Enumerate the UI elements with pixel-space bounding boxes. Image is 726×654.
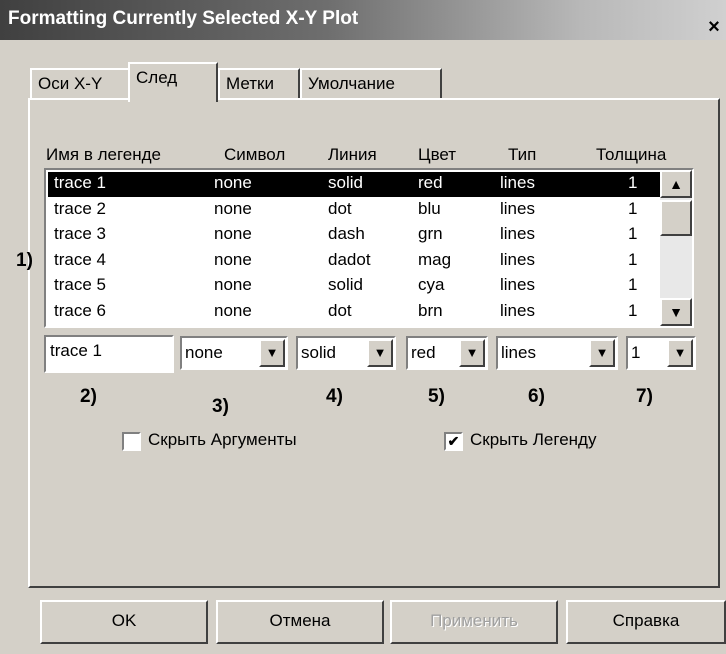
table-cell-weight: 1 — [628, 249, 638, 269]
table-cell-name: trace 6 — [54, 300, 106, 320]
type-select-value: lines — [501, 343, 536, 362]
title-bar: Formatting Currently Selected X-Y Plot × — [0, 0, 726, 40]
scroll-down-icon[interactable]: ▼ — [660, 298, 692, 326]
table-row[interactable]: trace 2 none dot blu lines 1 — [48, 198, 660, 223]
table-cell-weight: 1 — [628, 173, 638, 192]
tab-trace[interactable]: След — [128, 62, 218, 102]
annotation-5: 5) — [428, 386, 445, 407]
table-cell-symbol: none — [214, 198, 252, 218]
scroll-thumb[interactable] — [660, 200, 692, 236]
table-cell-type: lines — [500, 249, 535, 269]
table-cell-color: brn — [418, 300, 443, 320]
hide-arguments-label: Скрыть Аргументы — [148, 430, 297, 449]
color-select-value: red — [411, 343, 436, 362]
column-header-type: Тип — [508, 145, 537, 164]
table-cell-color: red — [418, 173, 443, 192]
annotation-7: 7) — [636, 386, 653, 407]
line-select-value: solid — [301, 343, 336, 362]
symbol-select-value: none — [185, 343, 223, 362]
symbol-select[interactable]: none ▼ — [180, 336, 288, 370]
list-scrollbar[interactable]: ▲ ▼ — [660, 170, 692, 326]
table-cell-symbol: none — [214, 249, 252, 269]
annotation-3: 3) — [212, 396, 229, 417]
table-cell-weight: 1 — [628, 275, 638, 294]
window-title: Formatting Currently Selected X-Y Plot — [8, 8, 359, 29]
trace-list[interactable]: trace 1 none solid red lines 1 trace 2 none dot b… — [44, 168, 694, 328]
tab-label: Умолчание — [308, 74, 396, 93]
annotation-1: 1) — [16, 250, 33, 271]
line-select[interactable]: solid ▼ — [296, 336, 396, 370]
table-cell-line: solid — [328, 173, 363, 192]
table-cell-line: dot — [328, 300, 352, 320]
check-icon[interactable]: ✔ — [444, 432, 463, 451]
column-header-weight: Толщина — [596, 145, 667, 164]
weight-select[interactable]: 1 ▼ — [626, 336, 696, 370]
table-cell-weight: 1 — [628, 300, 638, 320]
hide-arguments-box[interactable] — [122, 432, 141, 451]
table-cell-weight: 1 — [628, 224, 638, 243]
table-row[interactable]: trace 1 none solid red lines 1 — [48, 172, 660, 197]
table-cell-name: trace 4 — [54, 249, 106, 269]
table-cell-type: lines — [500, 275, 535, 294]
table-cell-color: grn — [418, 224, 443, 243]
table-cell-type: lines — [500, 300, 535, 320]
table-cell-color: mag — [418, 249, 452, 269]
column-header-symbol: Символ — [224, 145, 286, 164]
tab-label: Оси X-Y — [38, 74, 103, 93]
table-cell-name: trace 2 — [54, 198, 106, 218]
table-cell-name: trace 1 — [54, 173, 106, 192]
chevron-down-icon[interactable]: ▼ — [589, 339, 615, 367]
table-cell-type: lines — [500, 173, 535, 192]
table-cell-line: dot — [328, 198, 352, 218]
table-cell-color: blu — [418, 198, 441, 218]
cancel-button[interactable]: Отмена — [216, 600, 384, 644]
chevron-down-icon[interactable]: ▼ — [667, 339, 693, 367]
table-cell-type: lines — [500, 224, 535, 243]
chevron-down-icon[interactable]: ▼ — [459, 339, 485, 367]
annotation-2: 2) — [80, 386, 97, 407]
table-cell-name: trace 5 — [54, 275, 106, 294]
table-cell-type: lines — [500, 198, 535, 218]
table-cell-weight: 1 — [628, 198, 638, 218]
table-cell-symbol: none — [214, 173, 252, 192]
scroll-up-icon[interactable]: ▲ — [660, 170, 692, 198]
column-header-legend-name: Имя в легенде — [46, 145, 162, 164]
table-cell-symbol: none — [214, 300, 252, 320]
table-cell-symbol: none — [214, 224, 252, 243]
hide-legend-label: Скрыть Легенду — [470, 430, 597, 449]
chevron-down-icon[interactable]: ▼ — [367, 339, 393, 367]
table-cell-line: dadot — [328, 249, 371, 269]
close-icon[interactable]: × — [704, 16, 724, 38]
table-row[interactable]: trace 3 none dash grn lines 1 — [48, 223, 660, 248]
tab-xy-axes[interactable]: Оси X-Y — [30, 68, 130, 100]
table-cell-symbol: none — [214, 275, 252, 294]
ok-button[interactable]: OK — [40, 600, 208, 644]
table-cell-color: cya — [418, 275, 445, 294]
type-select[interactable]: lines ▼ — [496, 336, 618, 370]
table-cell-line: dash — [328, 224, 365, 243]
legend-name-field[interactable]: trace 1 — [44, 335, 174, 373]
column-header-color: Цвет — [418, 145, 457, 164]
table-cell-line: solid — [328, 275, 363, 294]
table-row[interactable]: trace 4 none dadot mag lines 1 — [48, 249, 660, 274]
table-row[interactable]: trace 5 none solid cya lines 1 — [48, 274, 660, 299]
weight-select-value: 1 — [631, 343, 641, 362]
tab-defaults[interactable]: Умолчание — [300, 68, 442, 100]
table-cell-name: trace 3 — [54, 224, 106, 243]
chevron-down-icon[interactable]: ▼ — [259, 339, 285, 367]
help-button[interactable]: Справка — [566, 600, 726, 644]
apply-button[interactable]: Применить — [390, 600, 558, 644]
tab-label: Метки — [226, 74, 274, 93]
tab-labels[interactable]: Метки — [218, 68, 300, 100]
tab-label: След — [136, 68, 178, 87]
annotation-4: 4) — [326, 386, 343, 407]
column-header-line: Линия — [328, 145, 377, 164]
table-row[interactable]: trace 6 none dot brn lines 1 — [48, 300, 660, 325]
annotation-6: 6) — [528, 386, 545, 407]
color-select[interactable]: red ▼ — [406, 336, 488, 370]
